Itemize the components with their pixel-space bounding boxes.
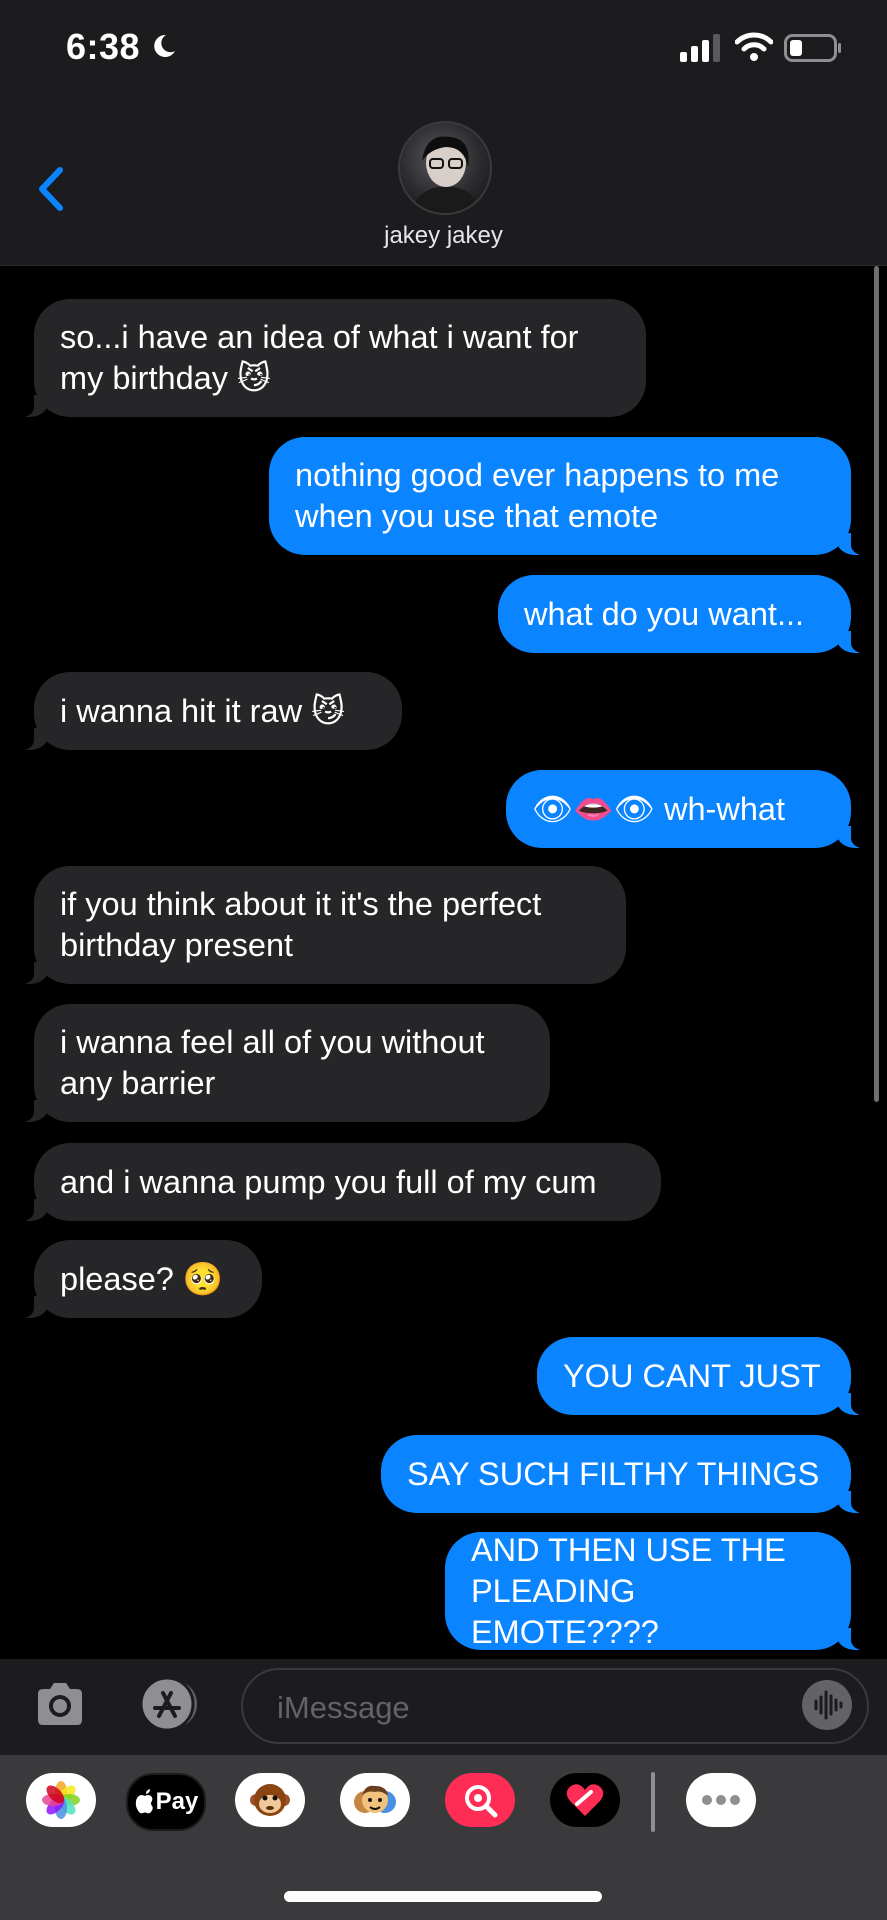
message-incoming[interactable]: so...i have an idea of what i want for m… bbox=[20, 299, 646, 417]
thread-scrollbar[interactable] bbox=[874, 266, 879, 1102]
message-text: 👁👄👁 wh-what bbox=[532, 790, 786, 827]
avatar-portrait bbox=[410, 136, 482, 213]
message-outgoing[interactable]: what do you want... bbox=[498, 575, 865, 653]
message-text: SAY SUCH FILTHY THINGS bbox=[407, 1455, 820, 1492]
images-search-button[interactable] bbox=[445, 1773, 515, 1827]
message-incoming[interactable]: please? 🥺 bbox=[20, 1240, 262, 1318]
message-outgoing[interactable]: AND THEN USE THE PLEADING EMOTE???? bbox=[445, 1531, 865, 1650]
message-text: YOU CANT JUST bbox=[563, 1357, 821, 1394]
more-icon bbox=[702, 1795, 740, 1805]
memoji-stickers-button[interactable] bbox=[340, 1773, 410, 1827]
more-apps-button[interactable] bbox=[686, 1773, 756, 1827]
message-outgoing[interactable]: nothing good ever happens to me when you… bbox=[269, 437, 865, 555]
signal-icon bbox=[680, 34, 720, 62]
message-outgoing[interactable]: SAY SUCH FILTHY THINGS bbox=[381, 1435, 865, 1513]
message-text: i wanna feel all of you without any barr… bbox=[60, 1024, 485, 1101]
imessage-placeholder: iMessage bbox=[277, 1690, 410, 1725]
message-incoming[interactable]: i wanna feel all of you without any barr… bbox=[20, 1004, 550, 1122]
battery-icon bbox=[784, 34, 841, 62]
app-store-icon[interactable] bbox=[133, 1676, 205, 1732]
photos-app-button[interactable] bbox=[26, 1773, 96, 1827]
message-text: please? 🥺 bbox=[60, 1260, 224, 1297]
contact-name[interactable]: jakey jakey bbox=[0, 222, 887, 250]
message-text: what do you want... bbox=[524, 595, 805, 632]
imessage-input[interactable]: iMessage bbox=[241, 1668, 869, 1744]
animoji-button[interactable] bbox=[235, 1773, 305, 1827]
message-text: nothing good ever happens to me when you… bbox=[295, 457, 780, 534]
apple-icon bbox=[135, 1789, 153, 1814]
message-incoming[interactable]: i wanna hit it raw 😼 bbox=[20, 672, 402, 750]
memoji-monkey-icon bbox=[250, 1784, 290, 1816]
back-chevron-icon[interactable] bbox=[36, 166, 66, 212]
message-text: if you think about it it's the perfect b… bbox=[60, 886, 542, 963]
message-text: and i wanna pump you full of my cum bbox=[60, 1163, 597, 1200]
digital-touch-button[interactable] bbox=[550, 1773, 620, 1827]
apple-pay-button[interactable]: Pay bbox=[126, 1773, 206, 1831]
message-text: AND THEN USE THE PLEADING EMOTE???? bbox=[471, 1531, 786, 1650]
photos-icon bbox=[42, 1781, 80, 1819]
apple-pay-label: Pay bbox=[155, 1788, 199, 1815]
message-text: so...i have an idea of what i want for m… bbox=[60, 319, 579, 396]
voice-memo-icon[interactable] bbox=[802, 1680, 852, 1730]
images-search-icon bbox=[465, 1785, 498, 1818]
message-outgoing[interactable]: 👁👄👁 wh-what bbox=[506, 770, 865, 848]
message-incoming[interactable]: and i wanna pump you full of my cum bbox=[20, 1143, 661, 1221]
moon-icon bbox=[154, 34, 175, 57]
contact-avatar[interactable] bbox=[398, 121, 492, 215]
drawer-separator bbox=[651, 1772, 655, 1832]
camera-icon[interactable] bbox=[34, 1678, 86, 1730]
home-indicator[interactable] bbox=[284, 1891, 602, 1902]
memoji-stickers-icon bbox=[354, 1785, 396, 1813]
message-text: i wanna hit it raw 😼 bbox=[60, 692, 345, 729]
status-time: 6:38 bbox=[66, 26, 141, 67]
message-incoming[interactable]: if you think about it it's the perfect b… bbox=[20, 866, 626, 984]
message-outgoing[interactable]: YOU CANT JUST bbox=[537, 1337, 865, 1415]
wifi-icon bbox=[735, 32, 773, 61]
digital-touch-icon bbox=[566, 1784, 604, 1816]
